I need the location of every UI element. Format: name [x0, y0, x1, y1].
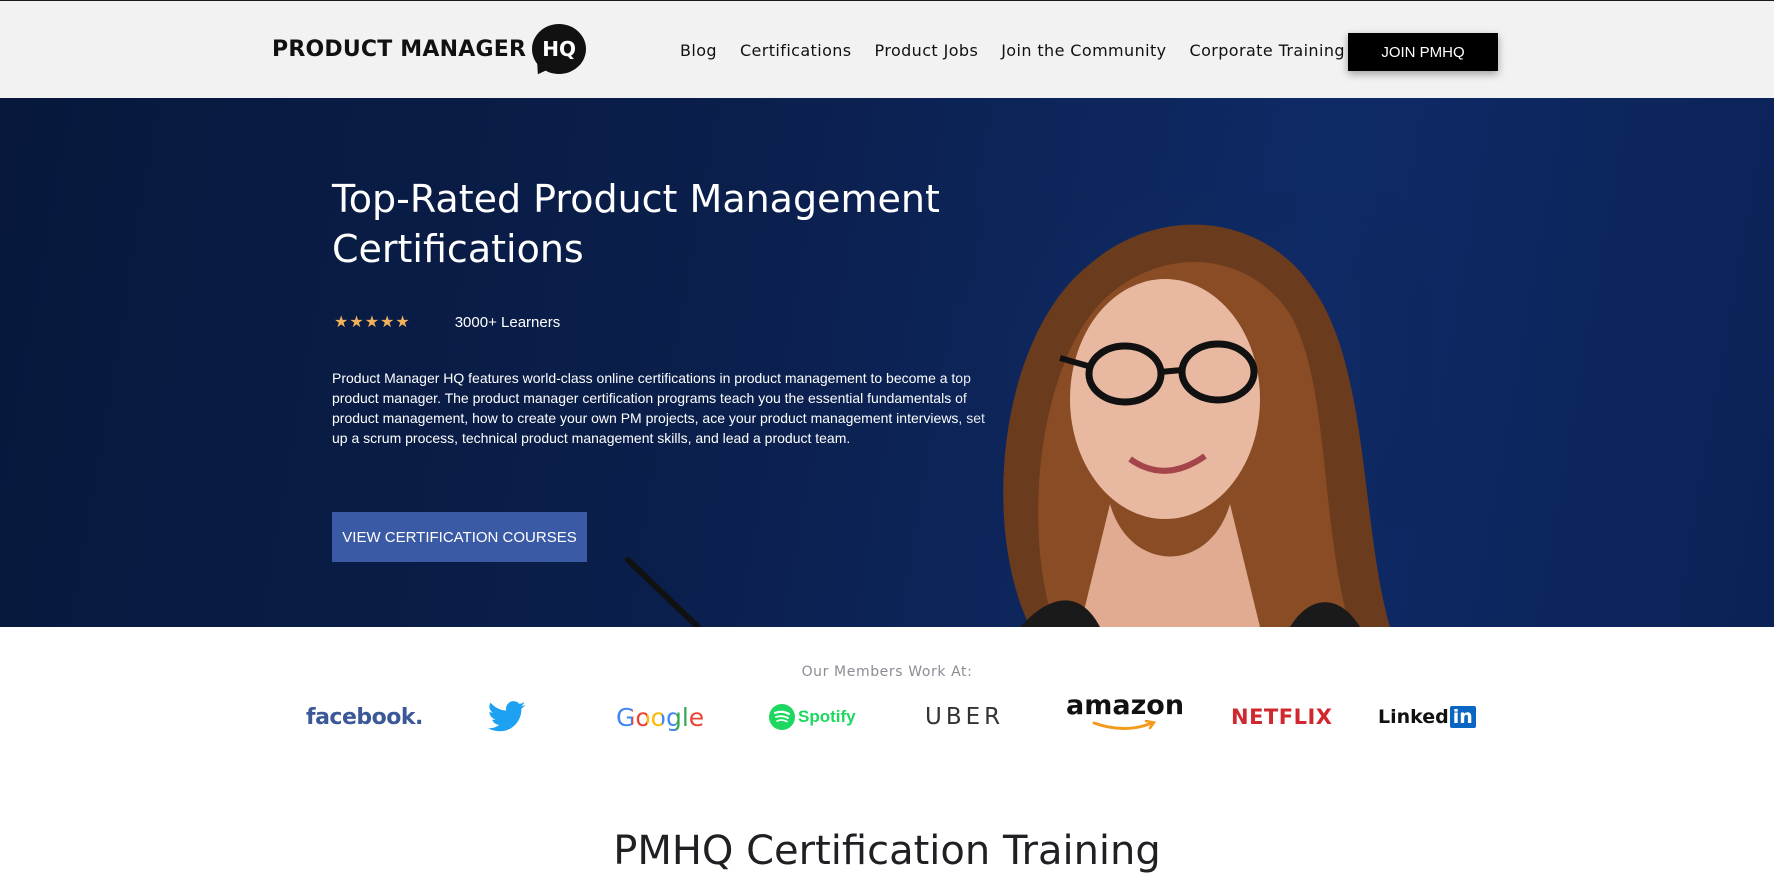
spotify-logo: Spotify	[769, 700, 856, 734]
hero-description: Product Manager HQ features world-class …	[332, 370, 985, 446]
linkedin-logo: Linked in	[1378, 700, 1476, 734]
section-title: PMHQ Certification Training	[613, 828, 1161, 874]
google-logo-text: Google	[616, 702, 705, 732]
uber-logo: UBER	[925, 704, 1005, 730]
nav-corporate-training[interactable]: Corporate Training	[1190, 41, 1345, 60]
rating: ★★★★★ 3000+ Learners	[334, 312, 560, 332]
learners-count: 3000+ Learners	[454, 313, 561, 331]
linkedin-logo-text: Linked	[1378, 706, 1449, 728]
pmhq-logo[interactable]: PRODUCT MANAGER HQ	[272, 23, 587, 75]
nav-join-community[interactable]: Join the Community	[1001, 41, 1166, 60]
hero-section: Top-Rated Product Management Certificati…	[0, 98, 1774, 627]
logo-text: PRODUCT MANAGER	[272, 36, 527, 62]
facebook-logo: facebook.	[306, 704, 423, 730]
amazon-smile-icon	[1092, 720, 1157, 730]
logo-badge: HQ	[532, 24, 587, 74]
nav-product-jobs[interactable]: Product Jobs	[875, 41, 979, 60]
hero-title: Top-Rated Product Management Certificati…	[332, 177, 940, 271]
members-label: Our Members Work At:	[801, 664, 973, 680]
join-pmhq-button[interactable]: JOIN PMHQ	[1348, 33, 1498, 71]
amazon-logo-text: amazon	[1066, 690, 1185, 721]
twitter-bird-icon	[488, 701, 526, 732]
linkedin-in-badge: in	[1449, 706, 1476, 728]
nav-certifications[interactable]: Certifications	[740, 41, 852, 60]
netflix-logo: NETFLIX	[1231, 705, 1333, 729]
spotify-icon	[769, 704, 795, 730]
spotify-logo-text: Spotify	[798, 707, 856, 726]
site-header: PRODUCT MANAGER HQ Blog Certifications P…	[0, 0, 1774, 98]
view-certification-courses-button[interactable]: VIEW CERTIFICATION COURSES	[332, 512, 587, 562]
nav-blog[interactable]: Blog	[680, 41, 717, 60]
twitter-logo	[488, 700, 526, 734]
star-rating-icon: ★★★★★	[334, 314, 411, 331]
hero-portrait-image	[960, 194, 1430, 627]
google-logo: Google	[616, 700, 704, 734]
amazon-logo: amazon	[1066, 690, 1184, 734]
main-nav: Blog Certifications Product Jobs Join th…	[680, 41, 1368, 60]
pen-image	[625, 557, 701, 627]
